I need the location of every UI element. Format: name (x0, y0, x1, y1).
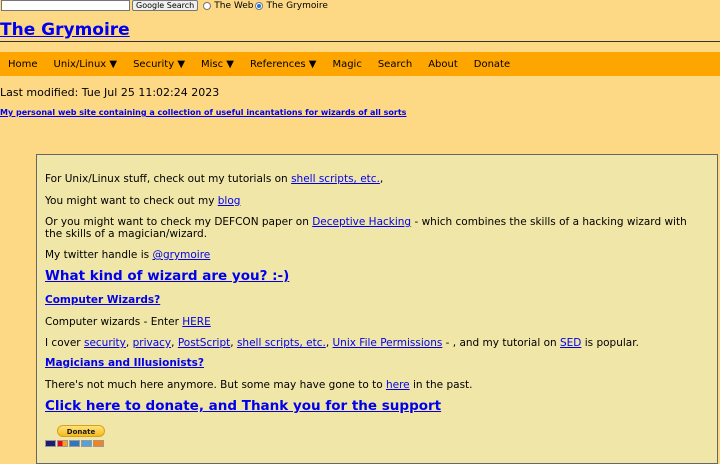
search-bar: Google Search The Web The Grymoire (0, 0, 720, 11)
nav-misc[interactable]: Misc ▼ (193, 59, 242, 70)
donate-heading-link[interactable]: Click here to donate, and Thank you for … (45, 398, 441, 414)
computer-heading: Computer Wizards? (45, 294, 705, 306)
paypal-donate-widget[interactable]: Donate (45, 425, 121, 449)
magicians-line: There's not much here anymore. But some … (45, 379, 705, 391)
search-input[interactable] (1, 0, 130, 11)
tagline: My personal web site containing a collec… (0, 108, 406, 117)
deceptive-hacking-link[interactable]: Deceptive Hacking (312, 216, 411, 228)
shell-scripts-link[interactable]: shell scripts, etc. (291, 173, 380, 185)
wizard-heading-link[interactable]: What kind of wizard are you? :-) (45, 268, 289, 284)
computer-here-link[interactable]: HERE (182, 316, 210, 328)
blog-line: You might want to check out my blog (45, 195, 705, 207)
nav-security[interactable]: Security ▼ (125, 59, 193, 70)
visa-card-icon (45, 440, 56, 447)
wizard-heading: What kind of wizard are you? :-) (45, 268, 705, 284)
tagline-link[interactable]: My personal web site containing a collec… (0, 108, 406, 117)
magicians-suffix: in the past. (409, 379, 473, 391)
radio-the-web-label: The Web (214, 0, 254, 11)
defcon-prefix: Or you might want to check my DEFCON pap… (45, 216, 313, 228)
defcon-line: Or you might want to check my DEFCON pap… (45, 216, 705, 240)
nav-home[interactable]: Home (0, 59, 46, 70)
main-navbar: Home Unix/Linux ▼ Security ▼ Misc ▼ Refe… (0, 52, 720, 76)
site-title: The Grymoire (0, 20, 130, 40)
card-logos (45, 440, 104, 447)
discover-card-icon (93, 440, 104, 447)
amex-card-icon (69, 440, 80, 447)
magicians-heading: Magicians and Illusionists? (45, 357, 705, 369)
nav-about[interactable]: About (420, 59, 466, 70)
nav-references[interactable]: References ▼ (242, 59, 324, 70)
twitter-link[interactable]: @grymoire (152, 249, 210, 261)
content-box: For Unix/Linux stuff, check out my tutor… (36, 154, 718, 464)
nav-unix-linux[interactable]: Unix/Linux ▼ (46, 59, 126, 70)
cover-prefix: I cover (45, 337, 84, 349)
donate-heading: Click here to donate, and Thank you for … (45, 398, 705, 414)
cover-line: I cover security, privacy, PostScript, s… (45, 337, 639, 349)
privacy-link[interactable]: privacy (133, 337, 172, 349)
unix-prefix: For Unix/Linux stuff, check out my tutor… (45, 173, 292, 185)
paypal-donate-button[interactable]: Donate (57, 425, 105, 437)
site-title-link[interactable]: The Grymoire (0, 20, 130, 40)
google-search-button[interactable]: Google Search (132, 0, 199, 11)
cover-suffix: is popular. (581, 337, 639, 349)
last-modified: Last modified: Tue Jul 25 11:02:24 2023 (0, 86, 220, 99)
nav-search[interactable]: Search (370, 59, 420, 70)
blog-link[interactable]: blog (218, 195, 241, 207)
radio-the-web[interactable] (203, 1, 212, 10)
unix-file-permissions-link[interactable]: Unix File Permissions (333, 337, 443, 349)
unix-line: For Unix/Linux stuff, check out my tutor… (45, 173, 705, 185)
postscript-link[interactable]: PostScript (178, 337, 230, 349)
unix-suffix: , (379, 173, 384, 185)
computer-heading-link[interactable]: Computer Wizards? (45, 294, 160, 306)
magicians-prefix: There's not much here anymore. But some … (45, 379, 386, 391)
mastercard-card-icon (57, 440, 68, 447)
magicians-heading-link[interactable]: Magicians and Illusionists? (45, 357, 204, 369)
blog-prefix: You might want to check out my (45, 195, 218, 207)
nav-magic[interactable]: Magic (324, 59, 369, 70)
radio-the-grymoire-label: The Grymoire (266, 0, 328, 11)
radio-the-grymoire[interactable] (255, 1, 264, 10)
magicians-here-link[interactable]: here (386, 379, 410, 391)
shell-scripts-link-2[interactable]: shell scripts, etc. (237, 337, 326, 349)
security-link[interactable]: security (84, 337, 126, 349)
sed-link[interactable]: SED (560, 337, 581, 349)
title-divider (0, 41, 720, 42)
computer-line: Computer wizards - Enter HERE (45, 316, 705, 328)
cover-mid: - , and my tutorial on (442, 337, 560, 349)
nav-donate[interactable]: Donate (466, 59, 518, 70)
twitter-prefix: My twitter handle is (45, 249, 153, 261)
twitter-line: My twitter handle is @grymoire (45, 249, 705, 261)
bank-card-icon (81, 440, 92, 447)
computer-prefix: Computer wizards - Enter (45, 316, 183, 328)
